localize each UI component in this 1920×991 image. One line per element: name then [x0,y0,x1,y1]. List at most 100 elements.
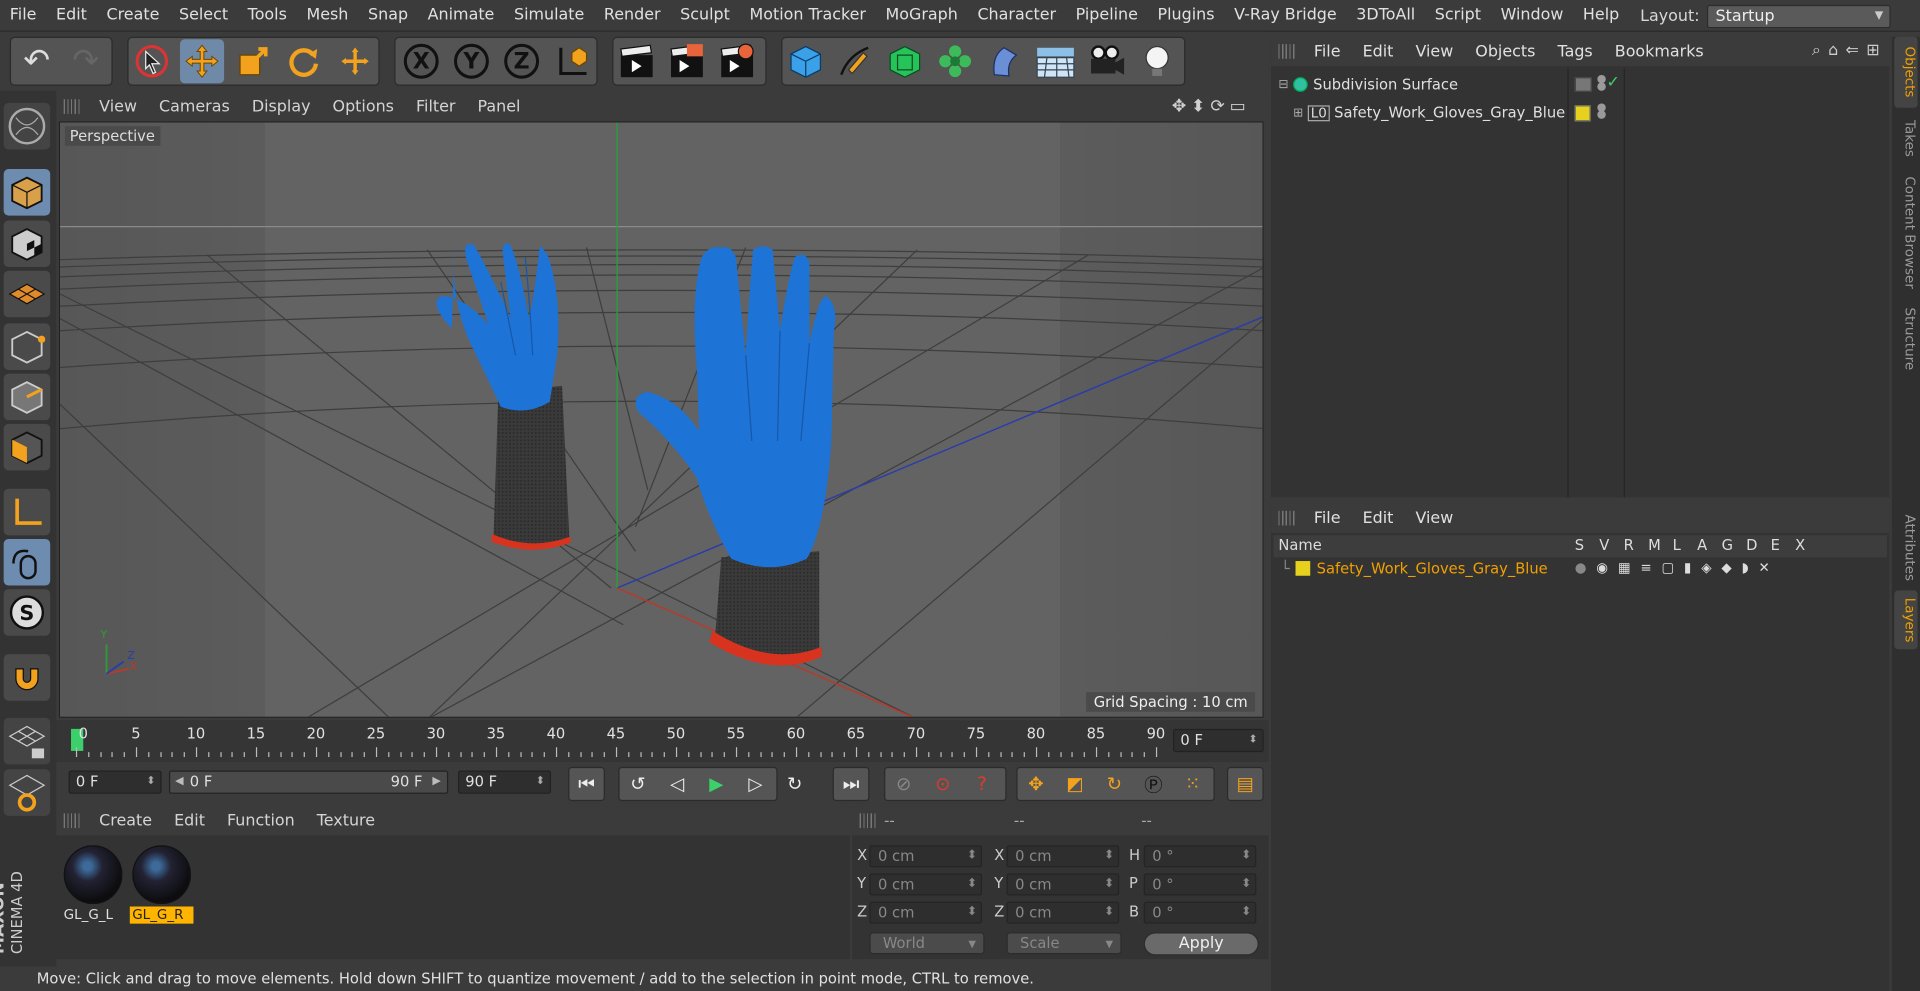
cube-button[interactable] [784,39,828,83]
object-menu-edit[interactable]: Edit [1352,42,1405,60]
coord-field-a[interactable]: 0 cm [869,873,983,896]
xref-icon[interactable]: ✕ [1758,560,1769,576]
go-to-start-button[interactable]: ⏮ [568,766,605,802]
workplane-lock-button[interactable] [3,717,51,765]
menu-sculpt[interactable]: Sculpt [670,0,739,31]
recent-tool-button[interactable] [333,39,377,83]
solo-toggle-icon[interactable]: ● [1575,560,1587,576]
viewport-menu-view[interactable]: View [88,97,148,115]
pen-spline-button[interactable] [833,39,877,83]
visibility-dots-icon[interactable]: ● ● [1597,74,1607,92]
viewport-menu-filter[interactable]: Filter [405,97,466,115]
layer-col-v[interactable]: V [1599,537,1609,554]
coord-field-a[interactable]: 0 cm [869,845,983,868]
layer-col-g[interactable]: G [1722,537,1733,554]
y-axis-button[interactable]: Y [449,39,493,83]
redo-button[interactable]: ↷ [64,39,108,83]
coord-field-c[interactable]: 0 ° [1143,845,1257,868]
light-button[interactable] [1135,39,1179,83]
menu-pipeline[interactable]: Pipeline [1066,0,1148,31]
material-menu-texture[interactable]: Texture [306,812,386,830]
make-editable-button[interactable] [3,102,51,150]
side-tab-content-browser[interactable]: Content Browser [1894,169,1918,296]
render-settings-button[interactable] [715,39,759,83]
menu-file[interactable]: File [0,0,46,31]
layer-col-m[interactable]: M [1648,537,1661,554]
lock-icon[interactable]: ▢ [1661,560,1674,576]
expression-icon[interactable]: ◗ [1742,560,1749,576]
next-key-button[interactable]: ↻ [776,767,813,801]
coord-field-b[interactable]: 0 cm [1006,845,1120,868]
menu-edit[interactable]: Edit [46,0,96,31]
side-tab-takes[interactable]: Takes [1894,113,1918,164]
menu-character[interactable]: Character [968,0,1066,31]
key-parameter-button[interactable]: Ⓟ [1135,767,1172,801]
manager-icon[interactable]: ≡ [1640,560,1651,576]
menu-snap[interactable]: Snap [358,0,418,31]
frame-range-slider[interactable]: ◀ 0 F 90 F ▶ [168,770,449,794]
menu-script[interactable]: Script [1425,0,1491,31]
record-active-button[interactable]: ⊘ [885,767,922,801]
render-picture-viewer-button[interactable] [665,39,709,83]
deformer-icon[interactable]: ◆ [1721,560,1731,576]
key-rotation-button[interactable]: ↻ [1096,767,1133,801]
timeline-ruler[interactable]: 0 5 10 15 20 25 30 35 40 45 50 55 60 65 70 75 80 85 90 [71,725,1166,759]
menu-mesh[interactable]: Mesh [297,0,359,31]
material-swatch[interactable]: GL_G_L [61,843,125,924]
coordinate-mode-dropdown[interactable]: World [869,932,985,955]
collapse-icon[interactable]: ⊟ [1278,78,1288,91]
undo-button[interactable]: ↶ [15,39,59,83]
floor-button[interactable] [1033,39,1077,83]
timeline-window-button[interactable]: ▤ [1226,766,1264,802]
material-menu-function[interactable]: Function [216,812,306,830]
coord-field-b[interactable]: 0 cm [1006,873,1120,896]
live-selection-button[interactable] [130,39,174,83]
range-right-arrow-icon[interactable]: ▶ [432,772,440,793]
autokey-button[interactable]: ⊙ [924,767,961,801]
object-menu-file[interactable]: File [1303,42,1352,60]
edges-mode-button[interactable] [3,373,51,421]
layer-col-a[interactable]: A [1697,537,1707,554]
render-view-button[interactable] [615,39,659,83]
menu-window[interactable]: Window [1491,0,1573,31]
coord-field-c[interactable]: 0 ° [1143,901,1257,924]
menu-motion-tracker[interactable]: Motion Tracker [740,0,876,31]
layer-menu-edit[interactable]: Edit [1352,509,1405,527]
layer-swatch-yellow[interactable] [1574,105,1591,122]
material-swatch[interactable]: GL_G_R [129,843,194,924]
go-to-end-button[interactable]: ⏭ [832,766,870,802]
side-tab-layers[interactable]: Layers [1894,590,1918,650]
zoom-icon[interactable]: ⬍ [1191,97,1205,117]
workplane-rotate-button[interactable] [3,769,51,816]
key-position-button[interactable]: ✥ [1018,767,1055,801]
generator-icon[interactable]: ◈ [1701,560,1711,576]
points-mode-button[interactable] [3,323,51,370]
material-menu-create[interactable]: Create [88,812,163,830]
coordinate-system-button[interactable] [551,39,595,83]
material-menu-edit[interactable]: Edit [163,812,216,830]
layer-col-e[interactable]: E [1771,537,1780,554]
menu-simulate[interactable]: Simulate [504,0,594,31]
previous-key-button[interactable]: ↺ [620,767,657,801]
start-frame-field[interactable]: 0 F ⬍ [68,770,162,794]
end-frame-field[interactable]: 90 F ⬍ [457,770,552,794]
animation-icon[interactable]: ▮ [1684,560,1691,576]
menu-select[interactable]: Select [169,0,238,31]
rotate-view-icon[interactable]: ⟳ [1210,97,1224,117]
menu-3dtoall[interactable]: 3DToAll [1347,0,1425,31]
key-scale-button[interactable]: ◩ [1057,767,1094,801]
viewport-menu-display[interactable]: Display [241,97,322,115]
menu-tools[interactable]: Tools [238,0,297,31]
menu-animate[interactable]: Animate [418,0,504,31]
scale-tool-button[interactable] [231,39,275,83]
menu-render[interactable]: Render [594,0,670,31]
pan-icon[interactable]: ✥ [1172,97,1186,117]
layer-col-s[interactable]: S [1575,537,1584,554]
menu-mograph[interactable]: MoGraph [876,0,968,31]
polygons-mode-button[interactable] [3,423,51,471]
search-icon[interactable]: ⌕ [1812,42,1821,60]
object-menu-objects[interactable]: Objects [1464,42,1546,60]
visible-eye-icon[interactable]: ◉ [1596,560,1608,576]
menu-create[interactable]: Create [97,0,169,31]
visibility-dots-icon[interactable]: ● ● [1597,102,1607,120]
